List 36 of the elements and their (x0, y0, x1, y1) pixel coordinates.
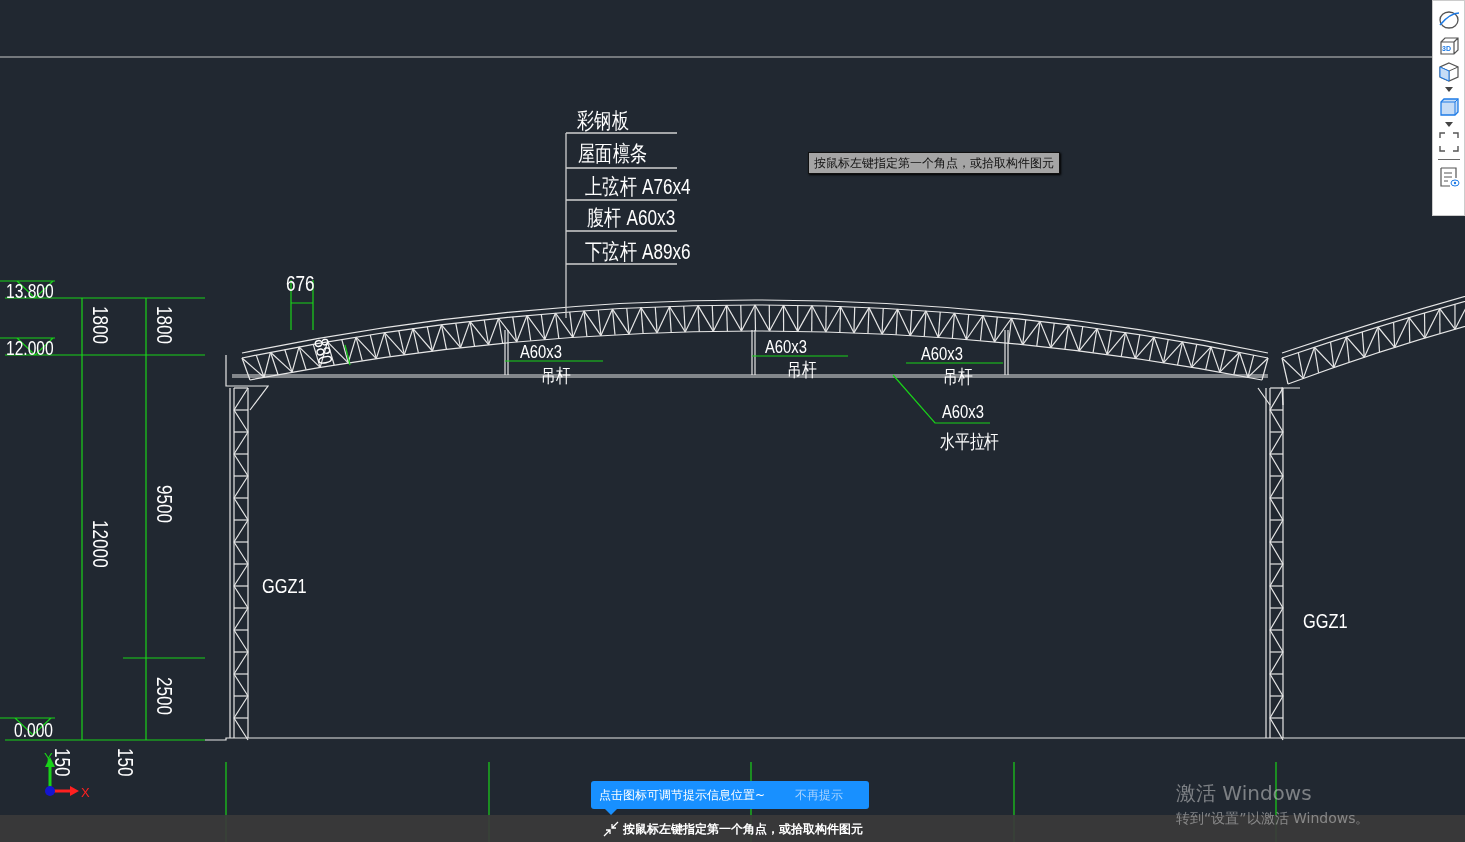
activation-subtitle: 转到“设置”以激活 Windows。 (1176, 809, 1370, 828)
orbit-icon[interactable] (1437, 9, 1460, 31)
collapse-arrows-icon[interactable] (602, 820, 619, 837)
axis-label: X (81, 785, 90, 800)
member-name-label: 吊杆 (541, 365, 571, 387)
member-size-label: A60x3 (520, 341, 562, 363)
caret-icon[interactable] (1444, 122, 1453, 127)
legend-label: 下弦杆 A89x6 (585, 238, 691, 264)
fullscreen-icon[interactable] (1437, 131, 1460, 153)
dimension-label: 12000 (88, 520, 114, 568)
column-label: GGZ1 (1303, 609, 1348, 633)
dimension-label: 676 (286, 270, 315, 296)
cube-icon[interactable] (1437, 96, 1460, 118)
dimension-label: 9500 (152, 485, 178, 524)
dimension-label: 1800 (88, 306, 114, 345)
list-view-icon[interactable] (1437, 166, 1460, 188)
member-name-label: 吊杆 (787, 359, 817, 381)
legend-label: 屋面檩条 (578, 140, 648, 166)
member-size-label: A60x3 (765, 336, 807, 358)
status-prompt: 按鼠标左键指定第一个角点，或拾取构件图元 (622, 820, 863, 838)
cube-icon[interactable] (1437, 61, 1460, 83)
legend-label: 上弦杆 A76x4 (585, 173, 691, 199)
member-name-label: 吊杆 (943, 366, 973, 388)
member-name-label: 水平拉杆 (940, 431, 1000, 453)
member-size-label: A60x3 (921, 343, 963, 365)
dimension-label: 1800 (152, 306, 178, 345)
caret-icon[interactable] (1444, 87, 1453, 92)
cursor-tooltip: 按鼠标左键指定第一个角点，或拾取构件图元 (808, 152, 1060, 174)
hint-text: 点击图标可调节提示信息位置~ (599, 787, 766, 804)
dimension-label: 150 (113, 748, 139, 777)
legend-label: 腹杆 A60x3 (587, 204, 676, 230)
dimension-label: 880 (309, 336, 337, 367)
column-label: GGZ1 (262, 574, 307, 598)
legend-label: 彩钢板 (577, 107, 630, 133)
member-size-label: A60x3 (942, 401, 984, 423)
dimension-label: 2500 (152, 677, 178, 716)
